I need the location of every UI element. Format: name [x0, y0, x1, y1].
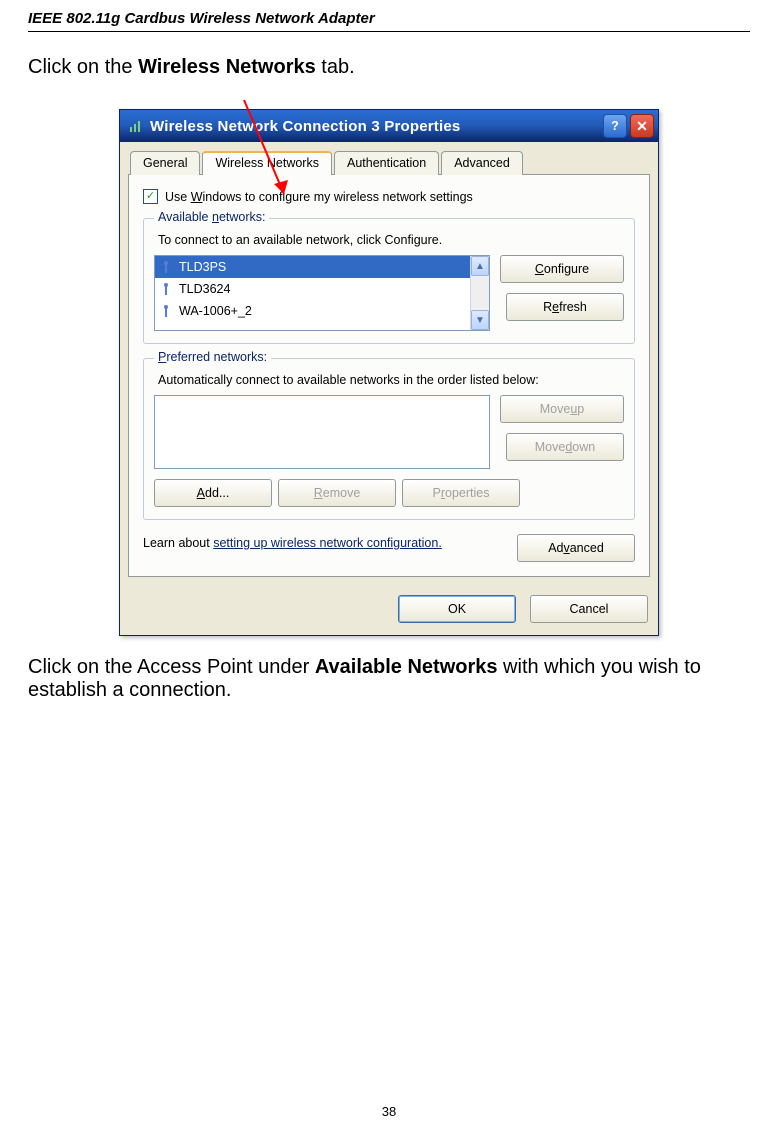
- available-networks-group: Available networks: To connect to an ava…: [143, 218, 635, 344]
- preferred-networks-group: Preferred networks: Automatically connec…: [143, 358, 635, 520]
- text: fresh: [559, 300, 587, 314]
- dialog-title: Wireless Network Connection 3 Properties: [150, 118, 600, 135]
- text: u: [570, 402, 577, 416]
- access-point-icon: [159, 260, 173, 274]
- configure-button[interactable]: Configure: [500, 255, 624, 283]
- tab-advanced[interactable]: Advanced: [441, 151, 523, 175]
- add-button[interactable]: Add...: [154, 479, 272, 507]
- text: Click on the Access Point under: [28, 656, 315, 678]
- text: d: [565, 440, 572, 454]
- group-legend-preferred: Preferred networks:: [154, 350, 271, 364]
- text: Move: [535, 440, 566, 454]
- text: Click on the: [28, 56, 138, 78]
- text: R: [543, 300, 552, 314]
- text: Learn about: [143, 536, 213, 550]
- text: n: [212, 210, 219, 224]
- tab-wireless-networks[interactable]: Wireless Networks: [202, 151, 332, 175]
- text: onfigure: [544, 262, 589, 276]
- learn-link[interactable]: setting up wireless network configuratio…: [213, 536, 442, 550]
- titlebar[interactable]: Wireless Network Connection 3 Properties…: [120, 110, 658, 142]
- instruction-text-2: Click on the Access Point under Availabl…: [28, 656, 750, 702]
- text: Move: [540, 402, 571, 416]
- text: indows to configure my wireless network …: [203, 190, 473, 204]
- text: etworks:: [219, 210, 266, 224]
- available-networks-list[interactable]: TLD3PS TLD3624 WA-1006+_2: [154, 255, 490, 331]
- access-point-icon: [159, 304, 173, 318]
- properties-dialog: Wireless Network Connection 3 Properties…: [119, 109, 659, 636]
- text: own: [572, 440, 595, 454]
- preferred-networks-list[interactable]: [154, 395, 490, 469]
- text: operties: [445, 486, 489, 500]
- horizontal-rule: [28, 31, 750, 32]
- tab-authentication[interactable]: Authentication: [334, 151, 439, 175]
- move-down-button[interactable]: Move down: [506, 433, 624, 461]
- text: emove: [323, 486, 361, 500]
- text: R: [314, 486, 323, 500]
- list-item-label: TLD3624: [179, 282, 230, 296]
- text: Available: [158, 210, 212, 224]
- text-bold: Available Networks: [315, 656, 498, 678]
- remove-button[interactable]: Remove: [278, 479, 396, 507]
- text: W: [191, 190, 203, 204]
- checkbox-label: Use Windows to configure my wireless net…: [165, 190, 473, 204]
- list-item-label: WA-1006+_2: [179, 304, 252, 318]
- scroll-up-button[interactable]: ▲: [471, 256, 489, 276]
- scrollbar[interactable]: ▲ ▼: [470, 256, 489, 330]
- text: A: [197, 486, 205, 500]
- text: p: [577, 402, 584, 416]
- text: e: [552, 300, 559, 314]
- scroll-down-button[interactable]: ▼: [471, 310, 489, 330]
- text: Ad: [548, 541, 563, 555]
- text: referred networks:: [166, 350, 267, 364]
- advanced-button[interactable]: Advanced: [517, 534, 635, 562]
- preferred-help-text: Automatically connect to available netwo…: [158, 373, 624, 387]
- tab-strip: General Wireless Networks Authentication…: [120, 142, 658, 174]
- scroll-track[interactable]: [471, 276, 489, 310]
- wireless-icon: [126, 117, 144, 135]
- list-item[interactable]: WA-1006+_2: [155, 300, 470, 322]
- tab-general[interactable]: General: [130, 151, 200, 175]
- tab-panel-wireless: ✓ Use Windows to configure my wireless n…: [128, 174, 650, 577]
- text: P: [433, 486, 441, 500]
- access-point-icon: [159, 282, 173, 296]
- text: tab.: [316, 56, 355, 78]
- checkbox-icon[interactable]: ✓: [143, 189, 158, 204]
- document-header: IEEE 802.11g Cardbus Wireless Network Ad…: [28, 10, 750, 27]
- list-item[interactable]: TLD3PS: [155, 256, 470, 278]
- ok-button[interactable]: OK: [398, 595, 516, 623]
- cancel-button[interactable]: Cancel: [530, 595, 648, 623]
- refresh-button[interactable]: Refresh: [506, 293, 624, 321]
- text: Use: [165, 190, 191, 204]
- use-windows-checkbox-row[interactable]: ✓ Use Windows to configure my wireless n…: [143, 189, 635, 204]
- learn-about-row: Learn about setting up wireless network …: [143, 534, 635, 562]
- page-number: 38: [0, 1104, 778, 1119]
- close-button[interactable]: ✕: [630, 114, 654, 138]
- text-bold: Wireless Networks: [138, 56, 316, 78]
- instruction-text-1: Click on the Wireless Networks tab.: [28, 56, 750, 79]
- group-legend-available: Available networks:: [154, 210, 269, 224]
- list-item-label: TLD3PS: [179, 260, 226, 274]
- help-button[interactable]: ?: [603, 114, 627, 138]
- list-item[interactable]: TLD3624: [155, 278, 470, 300]
- text: C: [535, 262, 544, 276]
- learn-text: Learn about setting up wireless network …: [143, 534, 517, 552]
- text: anced: [570, 541, 604, 555]
- available-help-text: To connect to an available network, clic…: [158, 233, 624, 247]
- text: dd...: [205, 486, 229, 500]
- move-up-button[interactable]: Move up: [500, 395, 624, 423]
- properties-button[interactable]: Properties: [402, 479, 520, 507]
- dialog-button-row: OK Cancel: [120, 585, 658, 635]
